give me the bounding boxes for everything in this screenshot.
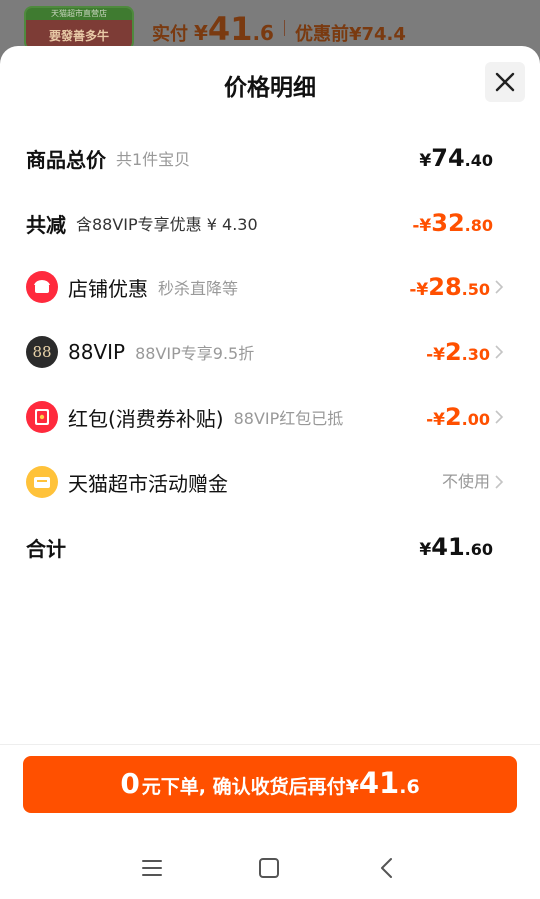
- sum-value: ¥ 41 .60: [419, 527, 493, 567]
- cta-integer: 41: [358, 766, 400, 800]
- cta-decimal: .6: [399, 776, 420, 798]
- close-icon: [495, 72, 515, 92]
- close-button[interactable]: [485, 62, 525, 102]
- shop-discount-label: 店铺优惠: [68, 276, 148, 301]
- chevron-right-icon: [495, 345, 504, 359]
- shop-discount-value: -¥ 28 .50: [409, 267, 490, 307]
- divider: [283, 20, 285, 36]
- shop-icon: [26, 271, 58, 303]
- currency-symbol: ¥: [419, 540, 432, 560]
- chevron-right-icon: [495, 410, 504, 424]
- row-sum: 合计 ¥ 41 .60: [0, 527, 540, 567]
- nav-menu-button[interactable]: [135, 851, 169, 885]
- before-label: 优惠前: [294, 24, 349, 45]
- paid-integer: 41: [207, 10, 253, 48]
- row-shop-discount[interactable]: 店铺优惠 秒杀直降等 -¥ 28 .50: [0, 267, 540, 307]
- row-total-price: 商品总价 共1件宝贝 ¥ 74 .40: [0, 138, 540, 178]
- submit-order-button[interactable]: 0 元下单, 确认收货后再付 ¥ 41 .6: [23, 756, 517, 813]
- currency-symbol: ¥: [419, 151, 432, 171]
- total-discount-value: -¥ 32 .80: [412, 203, 493, 243]
- chevron-right-icon: [495, 475, 504, 489]
- currency-symbol: -¥: [409, 280, 429, 300]
- paid-label: 实付: [152, 24, 188, 45]
- row-total-discount: 共减 含88VIP专享优惠 ¥ 4.30 -¥ 32 .80: [0, 203, 540, 243]
- total-price-label: 商品总价: [26, 147, 106, 172]
- amount-decimal: .50: [461, 280, 490, 299]
- red-packet-icon: [26, 401, 58, 433]
- total-discount-label: 共减: [26, 212, 66, 237]
- before-value: ¥74.4: [348, 24, 406, 45]
- nav-home-button[interactable]: [252, 851, 286, 885]
- amount-decimal: .60: [464, 540, 493, 559]
- nav-back-button[interactable]: [370, 851, 404, 885]
- row-red-packet[interactable]: 红包(消费券补贴) 88VIP红包已抵 -¥ 2 .00: [0, 397, 540, 437]
- paid-decimal: .6: [252, 21, 274, 45]
- amount-integer: 41: [431, 533, 465, 561]
- vip-discount-note: 含88VIP专享优惠 ¥ 4.30: [76, 215, 258, 234]
- total-price-value: ¥ 74 .40: [419, 138, 493, 178]
- menu-icon: [142, 860, 162, 876]
- vip-note: 88VIP专享9.5折: [135, 344, 255, 363]
- row-88vip[interactable]: 88 88VIP 88VIP专享9.5折 -¥ 2 .30: [0, 332, 540, 372]
- amount-integer: 74: [431, 144, 465, 172]
- shop-discount-note: 秒杀直降等: [158, 279, 239, 298]
- cta-text: 元下单, 确认收货后再付: [141, 776, 346, 798]
- paid-summary: 实付 ¥ 41 .6 优惠前 ¥74.4: [152, 10, 406, 48]
- tmall-bonus-label: 天猫超市活动赠金: [68, 471, 228, 496]
- back-icon: [381, 858, 392, 878]
- amount-integer: 2: [444, 403, 462, 431]
- system-nav-bar: [0, 836, 540, 899]
- thumbnail-store-label: 天猫超市直营店: [26, 8, 132, 20]
- amount-decimal: .30: [461, 345, 490, 364]
- chevron-right-icon: [495, 280, 504, 294]
- red-packet-label: 红包(消费券补贴): [68, 406, 224, 431]
- home-icon: [259, 858, 279, 878]
- vip-label: 88VIP: [68, 340, 126, 364]
- amount-integer: 2: [444, 338, 462, 366]
- footer-divider: [0, 744, 540, 745]
- price-detail-sheet: 价格明细 商品总价 共1件宝贝 ¥ 74 .40 共减 含88VIP专享优惠 ¥…: [0, 46, 540, 899]
- vip-icon: 88: [26, 336, 58, 368]
- tmall-bonus-status: 不使用: [441, 472, 490, 491]
- total-items-count: 共1件宝贝: [116, 150, 191, 169]
- row-tmall-bonus[interactable]: 天猫超市活动赠金 不使用: [0, 462, 540, 502]
- vip-discount-value: -¥ 2 .30: [426, 332, 490, 372]
- sum-label: 合计: [26, 536, 66, 561]
- sheet-title: 价格明细: [224, 75, 316, 101]
- vip-icon-text: 88: [32, 343, 52, 361]
- currency-symbol: -¥: [426, 410, 445, 430]
- product-thumbnail: 天猫超市直营店 要發善多牛: [24, 6, 134, 50]
- tmall-bonus-icon: [26, 466, 58, 498]
- cta-currency: ¥: [345, 776, 359, 798]
- amount-integer: 32: [431, 209, 465, 237]
- currency-symbol: -¥: [426, 345, 445, 365]
- amount-decimal: .00: [461, 410, 490, 429]
- red-packet-note: 88VIP红包已抵: [233, 409, 344, 428]
- currency-symbol: -¥: [412, 216, 432, 236]
- amount-decimal: .80: [464, 216, 493, 235]
- amount-integer: 28: [428, 273, 462, 301]
- paid-currency: ¥: [194, 21, 208, 45]
- red-packet-value: -¥ 2 .00: [426, 397, 490, 437]
- cta-zero: 0: [120, 767, 140, 800]
- amount-decimal: .40: [464, 151, 493, 170]
